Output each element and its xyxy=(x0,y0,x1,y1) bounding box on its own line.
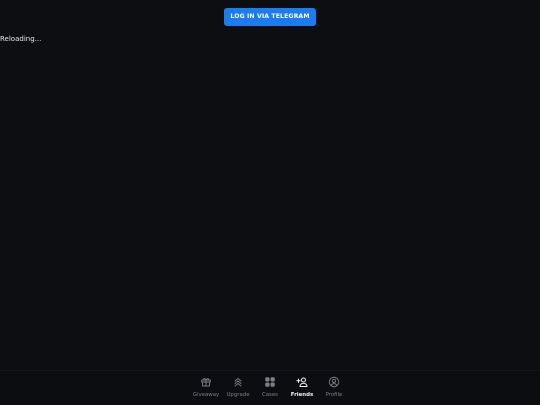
chevrons-up-icon xyxy=(232,376,244,388)
user-circle-icon xyxy=(328,376,340,388)
nav-item-upgrade[interactable]: Upgrade xyxy=(222,376,254,402)
nav-item-giveaway[interactable]: Giveaway xyxy=(190,376,222,402)
nav-label-cases: Cases xyxy=(261,392,278,398)
gift-icon xyxy=(200,376,212,388)
bottom-navigation: Giveaway Upgrade Cases Friends Profile xyxy=(0,370,540,405)
nav-label-giveaway: Giveaway xyxy=(192,392,220,398)
nav-item-cases[interactable]: Cases xyxy=(254,376,286,402)
app-page: LOG IN VIA TELEGRAM Reloading... Giveawa… xyxy=(0,0,540,405)
login-telegram-button[interactable]: LOG IN VIA TELEGRAM xyxy=(224,8,316,26)
nav-item-profile[interactable]: Profile xyxy=(318,376,350,402)
nav-label-upgrade: Upgrade xyxy=(226,392,250,398)
reloading-status-text: Reloading... xyxy=(0,35,42,43)
user-plus-icon xyxy=(296,376,308,388)
nav-item-friends[interactable]: Friends xyxy=(286,376,318,402)
nav-label-profile: Profile xyxy=(325,392,343,398)
grid-icon xyxy=(264,376,276,388)
nav-label-friends: Friends xyxy=(290,392,314,398)
